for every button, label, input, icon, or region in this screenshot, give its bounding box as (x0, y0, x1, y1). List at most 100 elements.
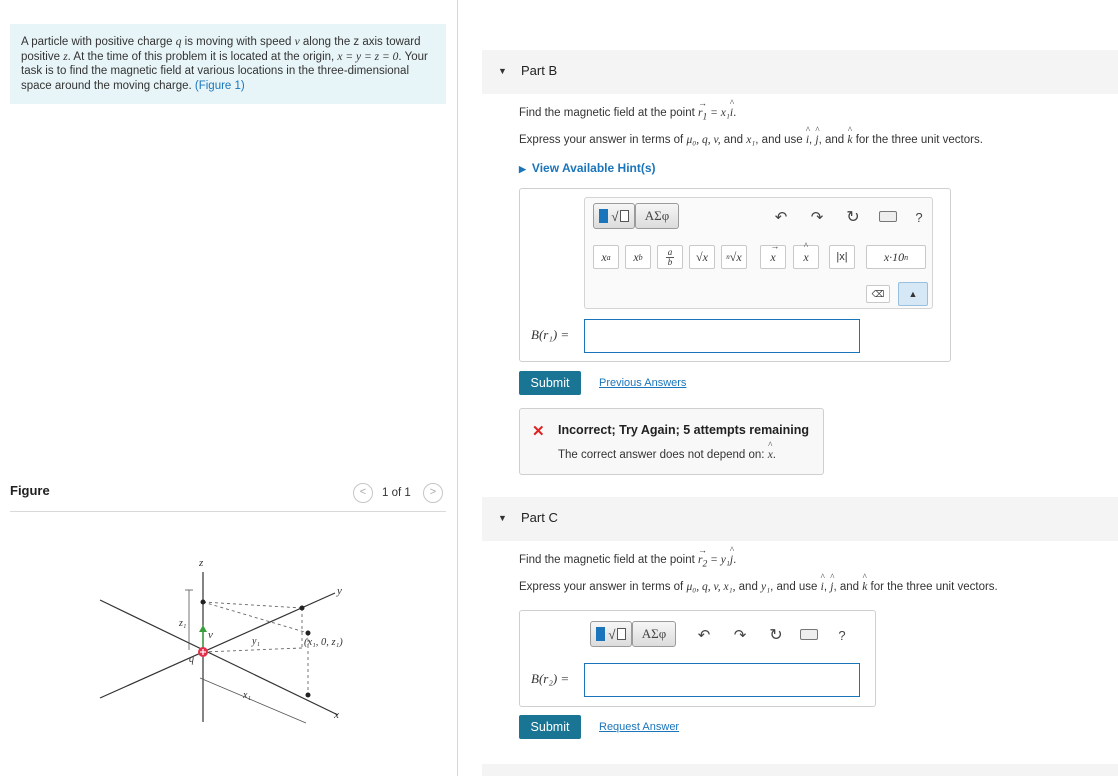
superscript-template-button[interactable]: xa (593, 245, 619, 269)
abs-template-button[interactable]: |x| (829, 245, 855, 269)
prompt-text: and (735, 581, 762, 593)
keyboard-icon[interactable] (798, 624, 820, 644)
feedback-text: . (772, 449, 776, 461)
intro-origin-eq: x = y = z = 0 (337, 50, 399, 63)
point-on-z (200, 599, 206, 605)
prompt-vars: μ₀, q, v, x₁, (686, 581, 736, 593)
part-b-input-label: B(r₁) = (531, 327, 570, 342)
dashed-line (202, 647, 303, 653)
figure-header: Figure < 1 of 1 > (10, 480, 446, 512)
label-y1: y₁ (251, 636, 260, 647)
prompt-equation: r1 = x₁i (698, 98, 733, 123)
view-hints-link[interactable]: ▶ View Available Hint(s) (519, 161, 656, 175)
dashed-line (202, 601, 303, 609)
prompt-vars: μ₀, q, v, (686, 134, 721, 146)
unit-k: k (847, 125, 852, 146)
fraction-template-button[interactable]: ab (657, 245, 683, 269)
figure-title: Figure (10, 483, 50, 498)
x-axis (99, 599, 339, 716)
keyboard-toggle-icon[interactable]: ▲ (898, 282, 928, 306)
unit-j: j (815, 125, 818, 146)
figure-link[interactable]: (Figure 1) (195, 80, 245, 92)
label-z1: z₁ (178, 618, 186, 629)
unit-i: i (806, 125, 809, 146)
prompt-text: and (720, 134, 747, 146)
undo-icon[interactable]: ↶ (771, 204, 791, 230)
box-icon (619, 210, 629, 222)
next-part-header-edge (482, 764, 1118, 776)
collapse-triangle-icon: ▼ (498, 66, 507, 76)
undo-icon[interactable]: ↶ (694, 622, 714, 648)
collapse-triangle-icon: ▼ (498, 513, 507, 523)
unit-vector: i (730, 98, 733, 119)
part-b-answer-input[interactable] (584, 319, 860, 353)
part-c-header[interactable]: ▼ Part C (482, 497, 1118, 541)
part-b-header[interactable]: ▼ Part B (482, 50, 1118, 94)
figure-next-button[interactable]: > (423, 483, 443, 503)
template-radical-button[interactable]: √ (590, 621, 632, 647)
intro-text: is moving with speed (181, 36, 295, 48)
reset-icon[interactable]: ↻ (843, 204, 863, 230)
part-c-answer-box: √ ΑΣφ ↶ ↷ ↻ ? B(r₂) = (519, 610, 876, 707)
unit-i: i (821, 572, 824, 593)
unit-k: k (862, 572, 867, 593)
keyboard-icon[interactable] (877, 206, 899, 226)
problem-intro: A particle with positive charge q is mov… (10, 24, 446, 104)
point-x1z1 (305, 630, 311, 636)
sqrt-icon: √ (611, 208, 619, 224)
greek-symbols-button[interactable]: ΑΣφ (635, 203, 679, 229)
figure-counter: 1 of 1 (382, 487, 411, 499)
point-on-x (305, 692, 311, 698)
expand-triangle-icon: ▶ (519, 164, 526, 174)
part-b-find-prompt: Find the magnetic field at the point r1 … (519, 98, 736, 123)
nthroot-template-button[interactable]: n √x (721, 245, 747, 269)
template-radical-button[interactable]: √ (593, 203, 635, 229)
unit-vector-template-button[interactable]: x (793, 241, 819, 269)
scientific-notation-button[interactable]: x·10 n (866, 245, 926, 269)
label-v: v (208, 629, 213, 641)
velocity-arrowhead (199, 625, 207, 632)
subscript: 1 (702, 111, 708, 123)
box-icon (616, 628, 626, 640)
figure-prev-button[interactable]: < (353, 483, 373, 503)
hint-label: View Available Hint(s) (531, 161, 656, 175)
chevron-right-icon: > (429, 486, 437, 498)
reset-icon[interactable]: ↻ (766, 622, 786, 648)
equation-rhs: = x₁ (710, 107, 730, 119)
chevron-left-icon: < (359, 486, 367, 498)
part-b-feedback: ✕ Incorrect; Try Again; 5 attempts remai… (519, 408, 824, 475)
prompt-text: , and (818, 134, 848, 146)
help-icon[interactable]: ? (834, 622, 850, 648)
prompt-var: x₁ (746, 134, 756, 146)
prompt-text: , and use (770, 581, 821, 593)
sqrt-template-button[interactable]: √x (689, 245, 715, 269)
feedback-detail: The correct answer does not depend on: x… (558, 440, 776, 461)
figure-diagram: z y x z₁ v q y₁ x₁ (x₁, 0, z₁) (99, 557, 343, 724)
greek-symbols-button[interactable]: ΑΣφ (632, 621, 676, 647)
vector-template-button[interactable]: x (760, 241, 786, 269)
template-icon (596, 627, 606, 641)
unit-j: j (830, 572, 833, 593)
previous-answers-link[interactable]: Previous Answers (599, 377, 686, 389)
part-b-title: Part B (521, 63, 558, 78)
redo-icon[interactable]: ↷ (730, 622, 750, 648)
prompt-text: for the three unit vectors. (867, 581, 998, 593)
dimension-x1 (199, 677, 307, 724)
part-c-math-toolbar: √ ΑΣφ ↶ ↷ ↻ ? (584, 617, 860, 655)
prompt-equation: r2 = y₁j (698, 545, 733, 569)
prompt-var: y₁ (761, 581, 771, 593)
delete-icon[interactable]: ⌫ (866, 285, 890, 303)
feedback-var: x (768, 440, 773, 461)
intro-text: A particle with positive charge (21, 36, 176, 48)
feedback-title: Incorrect; Try Again; 5 attempts remaini… (558, 423, 809, 437)
label-y: y (336, 585, 342, 597)
part-c-answer-input[interactable] (584, 663, 860, 697)
part-b-submit-button[interactable]: Submit (519, 371, 581, 395)
part-c-submit-button[interactable]: Submit (519, 715, 581, 739)
redo-icon[interactable]: ↷ (807, 204, 827, 230)
help-icon[interactable]: ? (911, 204, 927, 230)
subscript-template-button[interactable]: xb (625, 245, 651, 269)
problem-panel: A particle with positive charge q is mov… (0, 0, 458, 776)
request-answer-link[interactable]: Request Answer (599, 721, 679, 733)
prompt-text: Find the magnetic field at the point (519, 554, 698, 566)
